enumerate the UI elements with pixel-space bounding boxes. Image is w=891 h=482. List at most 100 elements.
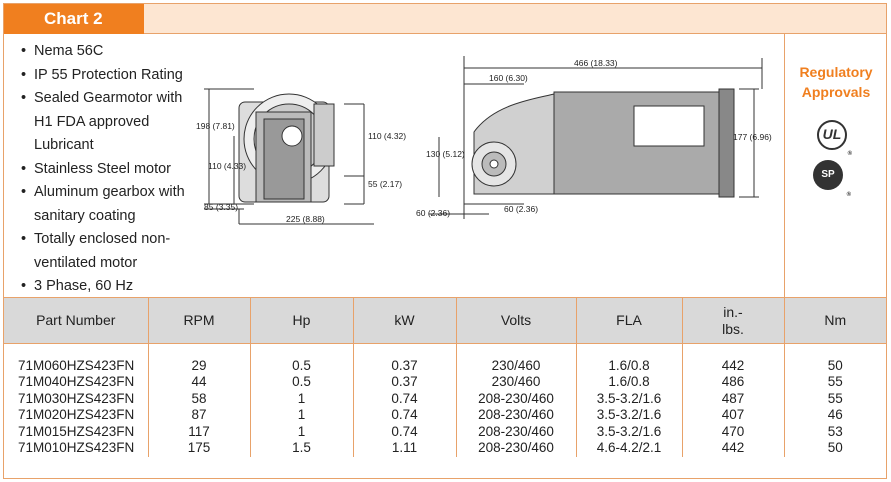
table-header-row: Part Number RPM Hp kW Volts FLA in.- lbs.… (4, 297, 886, 344)
dim-side-height: 177 (6.96) (733, 132, 772, 142)
cell-fla: 3.5-3.2/1.6 (576, 407, 683, 424)
col-header-volts: Volts (456, 297, 577, 344)
cell-hp: 0.5 (250, 374, 354, 391)
dim-front-center-height: 110 (4.33) (208, 161, 246, 171)
table-row: 71M015HZS423FN 117 1 0.74 208-230/460 3.… (4, 423, 886, 440)
ul-logo-icon: UL ® (817, 120, 852, 157)
dim-side-base-right: 60 (2.36) (504, 204, 538, 214)
cell-fla: 1.6/0.8 (576, 357, 683, 374)
cell-hp: 1 (250, 390, 354, 407)
cell-rpm: 175 (148, 440, 251, 457)
cell-part-number: 71M020HZS423FN (4, 407, 149, 424)
cell-volts: 208-230/460 (456, 407, 577, 424)
cell-fla: 4.6-4.2/2.1 (576, 440, 683, 457)
cell-kw: 0.74 (353, 407, 457, 424)
cell-in-lbs: 442 (682, 357, 785, 374)
cell-kw: 0.74 (353, 423, 457, 440)
cell-kw: 1.11 (353, 440, 457, 457)
table-row: 71M040HZS423FN 44 0.5 0.37 230/460 1.6/0… (4, 374, 886, 391)
cell-in-lbs: 487 (682, 390, 785, 407)
cell-part-number: 71M015HZS423FN (4, 423, 149, 440)
cell-nm: 46 (827, 407, 843, 423)
feature-item: IP 55 Protection Rating (18, 64, 198, 88)
dim-front-shaft-height: 55 (2.17) (368, 179, 402, 189)
cell-hp: 1 (250, 407, 354, 424)
cell-fla: 1.6/0.8 (576, 374, 683, 391)
table-row: 71M030HZS423FN 58 1 0.74 208-230/460 3.5… (4, 390, 886, 407)
col-header-in-lbs-line1: in.- (723, 303, 743, 320)
cell-fla: 3.5-3.2/1.6 (576, 390, 683, 407)
specs-table: Part Number RPM Hp kW Volts FLA in.- lbs.… (4, 297, 886, 457)
cell-rpm: 44 (148, 374, 251, 391)
cell-part-number: 71M010HZS423FN (4, 440, 149, 457)
feature-item: Aluminum gearbox with sanitary coating (18, 181, 198, 228)
feature-item: Stainless Steel motor (18, 158, 198, 182)
col-header-hp: Hp (250, 297, 354, 344)
col-header-part-number: Part Number (4, 297, 149, 344)
cell-kw: 0.74 (353, 390, 457, 407)
cell-nm: 50 (827, 440, 843, 456)
cell-fla: 3.5-3.2/1.6 (576, 423, 683, 440)
csa-logo-label: SP (821, 169, 835, 180)
regulatory-title-line2: Approvals (801, 84, 871, 100)
col-header-rpm: RPM (148, 297, 251, 344)
table-spacer-row (4, 343, 886, 358)
cell-nm: 53 (827, 423, 843, 439)
cell-part-number: 71M030HZS423FN (4, 390, 149, 407)
cell-in-lbs: 486 (682, 374, 785, 391)
cell-nm: 55 (827, 374, 843, 390)
table-row: 71M010HZS423FN 175 1.5 1.11 208-230/460 … (4, 440, 886, 457)
side-view-drawing (429, 56, 763, 219)
dim-front-right-height: 110 (4.32) (368, 131, 406, 141)
feature-list: Nema 56C IP 55 Protection Rating Sealed … (18, 40, 198, 299)
regulatory-approvals-panel: Regulatory Approvals UL ® SP ® (784, 34, 886, 297)
regulatory-title: Regulatory Approvals (785, 62, 887, 102)
cell-hp: 0.5 (250, 357, 354, 374)
cell-rpm: 29 (148, 357, 251, 374)
cell-in-lbs: 442 (682, 440, 785, 457)
cell-volts: 230/460 (456, 357, 577, 374)
cell-hp: 1 (250, 423, 354, 440)
cell-part-number: 71M060HZS423FN (4, 357, 149, 374)
col-header-fla: FLA (576, 297, 683, 344)
feature-item: Totally enclosed non-ventilated motor (18, 228, 198, 275)
feature-item: 3 Phase, 60 Hz (18, 275, 198, 299)
dim-front-width: 225 (8.88) (286, 214, 325, 224)
dim-side-shaft-center: 130 (5.12) (426, 149, 465, 159)
cell-rpm: 87 (148, 407, 251, 424)
col-header-nm: Nm (824, 312, 847, 328)
col-header-kw: kW (353, 297, 457, 344)
specs-table-wrap: Part Number RPM Hp kW Volts FLA in.- lbs.… (4, 297, 886, 457)
dim-side-length: 466 (18.33) (574, 58, 618, 68)
header-bar: Chart 2 (4, 4, 886, 34)
table-row: 71M020HZS423FN 87 1 0.74 208-230/460 3.5… (4, 407, 886, 424)
cell-kw: 0.37 (353, 357, 457, 374)
dimension-drawings: 198 (7.81) 110 (4.33) 110 (4.32) 55 (2.1… (196, 56, 772, 225)
regulatory-title-line1: Regulatory (799, 64, 873, 80)
dim-side-base-left: 60 (2.36) (416, 208, 450, 218)
chart-title: Chart 2 (4, 4, 144, 34)
cell-rpm: 58 (148, 390, 251, 407)
cell-rpm: 117 (148, 423, 251, 440)
cell-kw: 0.37 (353, 374, 457, 391)
dim-front-height-total: 198 (7.81) (196, 121, 235, 131)
cell-volts: 230/460 (456, 374, 577, 391)
feature-item: Nema 56C (18, 40, 198, 64)
dim-front-base-offset: 85 (3.35) (204, 202, 238, 212)
dim-side-to-center: 160 (6.30) (489, 73, 528, 83)
col-header-in-lbs-line2: lbs. (722, 320, 744, 337)
cell-in-lbs: 470 (682, 423, 785, 440)
cell-volts: 208-230/460 (456, 423, 577, 440)
chart-frame: Chart 2 Nema 56C IP 55 Protection Rating… (3, 3, 887, 479)
cell-part-number: 71M040HZS423FN (4, 374, 149, 391)
cell-nm: 55 (827, 390, 843, 406)
table-row: 71M060HZS423FN 29 0.5 0.37 230/460 1.6/0… (4, 357, 886, 374)
cell-nm: 50 (827, 357, 843, 373)
cell-hp: 1.5 (250, 440, 354, 457)
ul-logo-label: UL (822, 126, 842, 142)
cell-volts: 208-230/460 (456, 440, 577, 457)
cell-volts: 208-230/460 (456, 390, 577, 407)
cell-in-lbs: 407 (682, 407, 785, 424)
feature-item: Sealed Gearmotor with H1 FDA approved Lu… (18, 87, 198, 158)
col-header-in-lbs: in.- lbs. (682, 297, 785, 344)
